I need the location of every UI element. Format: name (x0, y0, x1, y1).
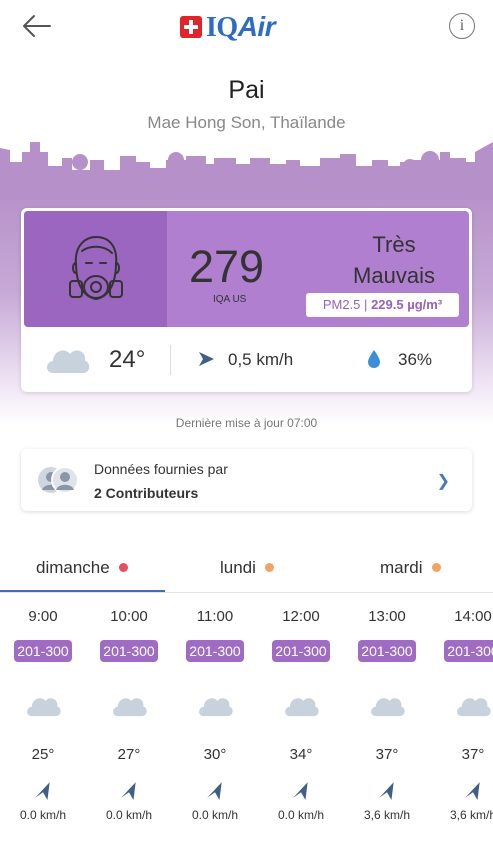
hour-wind: 0.0 km/h (19, 808, 67, 822)
pollutant-concentration: 229.5 µg/m³ (371, 297, 443, 312)
tab-label: mardi (380, 558, 423, 577)
weather-divider (170, 345, 171, 375)
hour-aqi-badge: 201-300 (186, 640, 244, 662)
wind-direction-icon (379, 782, 394, 800)
city-skyline-illustration (0, 142, 493, 200)
cloud-icon (199, 698, 233, 717)
hour-time: 10:00 (110, 608, 148, 625)
aqi-level-line2: Mauvais (353, 263, 435, 288)
hour-time: 14:00 (454, 608, 492, 625)
hour-aqi-badge: 201-300 (444, 640, 493, 662)
wind-direction-icon (465, 782, 480, 800)
hour-time: 11:00 (196, 608, 234, 625)
tab-dimanche[interactable]: dimanche (36, 558, 128, 578)
info-icon[interactable]: i (449, 13, 475, 39)
aqi-level-line1: Très (372, 232, 416, 257)
current-humidity: 36% (398, 350, 433, 369)
region-name: Mae Hong Son, Thaïlande (147, 113, 346, 132)
top-bar: IQAir i (0, 0, 493, 56)
tab-lundi[interactable]: lundi (220, 558, 274, 578)
aqi-status-dot (118, 563, 128, 573)
hour-wind: 0.0 km/h (105, 808, 153, 822)
active-tab-indicator (0, 590, 165, 592)
tab-mardi[interactable]: mardi (380, 558, 441, 578)
aqi-status-dot (431, 563, 441, 573)
contributors-card[interactable]: Données fournies par 2 Contributeurs ❯ (21, 449, 472, 511)
contributors-count: 2 Contributeurs (94, 485, 199, 501)
hour-wind: 0.0 km/h (277, 808, 325, 822)
aqi-unit: IQA US (213, 294, 247, 305)
wind-direction-icon (199, 352, 214, 366)
aqi-card[interactable]: 279 IQA US Très Mauvais PM2.5 | 229.5 µg… (21, 208, 472, 392)
day-tabs: dimanche lundi mardi (0, 550, 493, 593)
wind-direction-icon (293, 782, 308, 800)
aqi-status-dot (264, 563, 274, 573)
face-box (24, 211, 167, 327)
hourly-forecast[interactable]: 9:00 201-300 25° 0.0 km/h 10:00 201-300 … (0, 600, 493, 840)
weather-row: 24° 0,5 km/h 36% (21, 333, 472, 389)
pollutant-name: PM2.5 (322, 297, 361, 312)
iqair-logo: IQAir (180, 10, 276, 43)
pollutant-separator: | (364, 297, 368, 312)
logo-text: IQAir (206, 10, 276, 43)
hour-time: 12:00 (282, 608, 320, 625)
current-wind: 0,5 km/h (228, 350, 294, 369)
hour-aqi-badge: 201-300 (358, 640, 416, 662)
humidity-drop-icon (368, 350, 380, 368)
hour-wind: 3,6 km/h (363, 808, 411, 822)
aqi-value: 279 (189, 241, 265, 292)
hour-aqi-badge: 201-300 (272, 640, 330, 662)
cloud-icon (457, 698, 491, 717)
wind-direction-icon (121, 782, 136, 800)
hour-temperature: 27° (117, 746, 141, 763)
contributors-avatar-icon (38, 466, 79, 494)
aqi-panel: 279 IQA US Très Mauvais PM2.5 | 229.5 µg… (24, 211, 469, 327)
hour-aqi-badge: 201-300 (14, 640, 72, 662)
hour-temperature: 37° (375, 746, 399, 763)
contributors-label: Données fournies par (94, 461, 228, 477)
hour-aqi-badge: 201-300 (100, 640, 158, 662)
hour-time: 13:00 (368, 608, 406, 625)
cloud-icon (47, 350, 90, 373)
city-name: Pai (228, 76, 265, 104)
hour-wind: 3,6 km/h (449, 808, 493, 822)
current-temperature: 24° (109, 346, 146, 373)
hour-time: 9:00 (28, 608, 58, 625)
wind-direction-icon (35, 782, 50, 800)
hour-temperature: 25° (31, 746, 55, 763)
hour-wind: 0.0 km/h (191, 808, 239, 822)
tab-label: dimanche (36, 558, 110, 577)
wind-direction-icon (207, 782, 222, 800)
cloud-icon (27, 698, 61, 717)
chevron-right-icon: ❯ (436, 473, 450, 490)
last-updated: Dernière mise à jour 07:00 (175, 416, 318, 430)
face-mask-icon (69, 236, 123, 300)
hour-temperature: 34° (289, 746, 313, 763)
swiss-cross-icon (180, 16, 202, 38)
cloud-icon (113, 698, 147, 717)
cloud-icon (285, 698, 319, 717)
pollutant-badge: PM2.5 | 229.5 µg/m³ (306, 293, 459, 317)
hour-temperature: 30° (203, 746, 227, 763)
cloud-icon (371, 698, 405, 717)
hour-temperature: 37° (461, 746, 485, 763)
tab-label: lundi (220, 558, 256, 577)
arrow-left-icon[interactable] (22, 12, 52, 40)
aqi-level: Très Mauvais (330, 229, 458, 291)
